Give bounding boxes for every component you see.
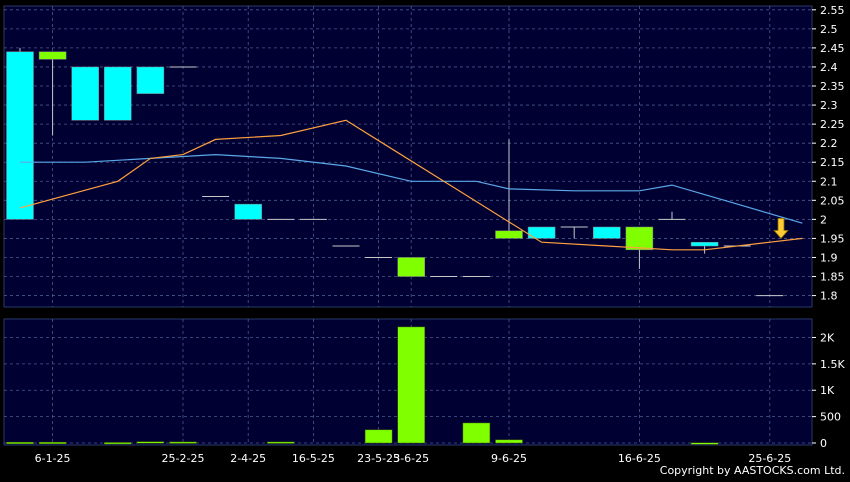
volume-bar [462,422,491,444]
volume-tick-label: 500 [820,411,841,424]
volume-tick-label: 2K [820,331,835,344]
price-tick-label: 2.15 [820,156,845,169]
date-tick-label: 6-1-25 [35,452,71,465]
volume-bar [397,326,425,444]
volume-bar [38,441,67,444]
candle-body [6,51,34,220]
candle-body [397,257,425,277]
price-tick-label: 1.9 [820,251,838,264]
price-tick-label: 2.5 [820,23,838,36]
price-tick-label: 2.4 [820,61,838,74]
price-tick-label: 2.05 [820,194,845,207]
date-tick-label: 3-6-25 [393,452,429,465]
price-tick-label: 2.55 [820,4,845,17]
volume-bar [267,441,295,444]
candle-body [690,241,719,247]
date-tick-label: 2-4-25 [230,452,266,465]
candle-body [495,230,523,239]
price-tick-label: 2.2 [820,137,838,150]
price-tick-label: 1.85 [820,271,845,284]
price-tick-label: 2.1 [820,175,838,188]
candle-body [71,66,99,121]
volume-tick-label: 1.5K [820,358,845,371]
volume-bar [104,442,132,445]
candle-body [625,226,654,251]
volume-bar [136,441,165,444]
volume-tick-label: 0 [820,437,827,450]
candle-body [38,51,67,60]
price-tick-label: 2.25 [820,118,845,131]
candle-body [234,203,262,220]
date-tick-label: 9-6-25 [491,452,527,465]
candle-body [104,66,132,121]
stock-chart: 2.55 2.5 2.45 2.4 2.35 2.3 2.25 2.2 2.15 2.1 2.05 2… [0,0,850,478]
date-tick-label: 16-5-25 [292,452,335,465]
candle-body [593,226,621,239]
volume-bar [169,441,197,444]
candle-body [136,66,165,94]
price-tick-label: 2.3 [820,99,838,112]
volume-bar [364,429,393,444]
date-tick-label: 16-6-25 [618,452,661,465]
price-tick-label: 1.8 [820,290,838,303]
volume-bar [6,441,34,444]
volume-bar [690,442,719,445]
price-tick-label: 2.45 [820,42,845,55]
volume-bar [495,439,523,444]
price-tick-label: 2 [820,213,827,226]
price-tick-label: 1.95 [820,232,845,245]
copyright-text: Copyright by AASTOCKS.com Ltd. [660,464,845,477]
date-tick-label: 25-2-25 [162,452,205,465]
volume-tick-label: 1K [820,384,835,397]
price-tick-label: 2.35 [820,80,845,93]
